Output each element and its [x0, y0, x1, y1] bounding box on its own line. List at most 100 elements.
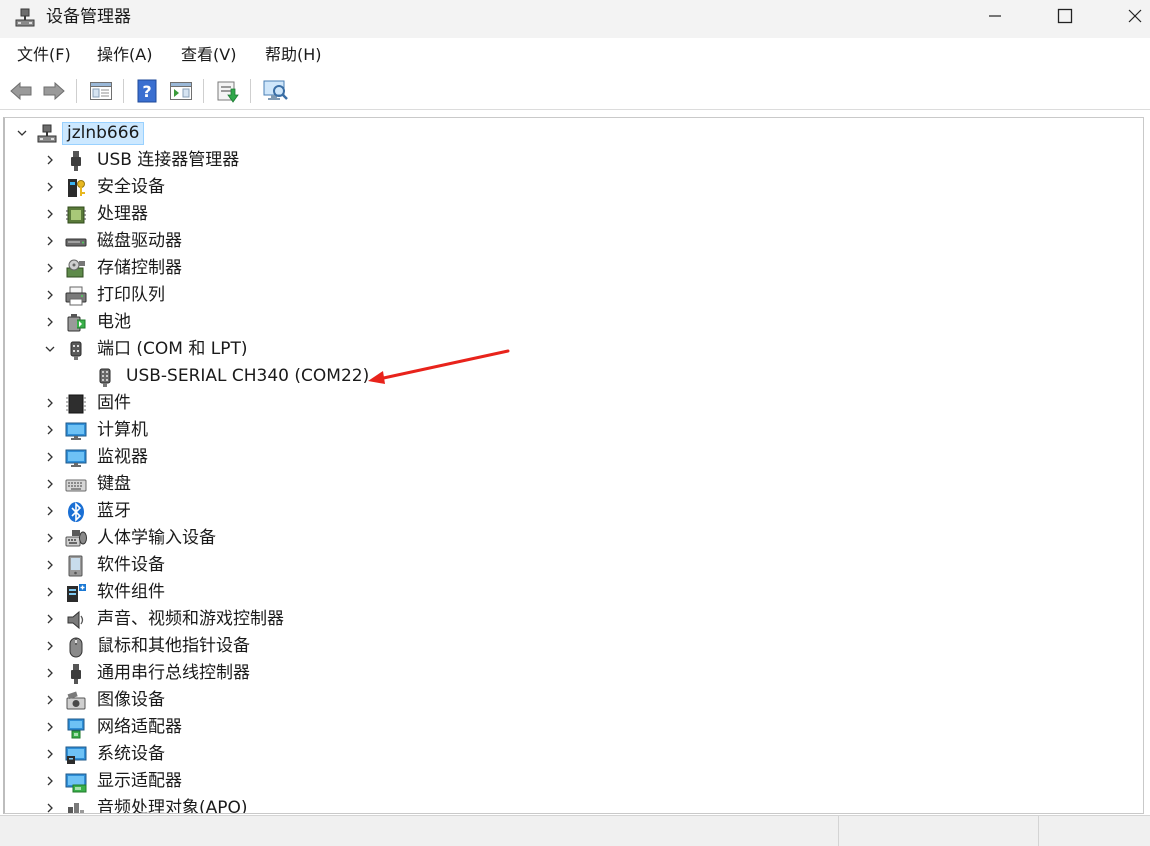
device-tree[interactable]: jzlnb666 USB 连接器管理器安全设备处理器磁盘驱动器 存储控制器 打印队列…	[3, 117, 1144, 814]
chevron-right-icon[interactable]	[43, 234, 57, 248]
chevron-right-icon[interactable]	[43, 153, 57, 167]
chevron-right-icon[interactable]	[43, 774, 57, 788]
chevron-right-icon[interactable]	[43, 612, 57, 626]
scan-hardware-icon	[263, 80, 288, 100]
computer-network-icon	[36, 123, 58, 145]
scan-hardware-button[interactable]	[262, 78, 288, 104]
chevron-right-icon[interactable]	[43, 531, 57, 545]
chevron-right-icon[interactable]	[43, 558, 57, 572]
title-bar: 设备管理器	[0, 0, 1150, 38]
tree-item-label: 人体学输入设备	[97, 528, 216, 548]
toolbar-separator	[203, 79, 204, 103]
tree-item-label: 鼠标和其他指针设备	[97, 636, 250, 656]
chevron-right-icon[interactable]	[43, 639, 57, 653]
menu-action[interactable]: 操作(A)	[95, 45, 154, 65]
action-pane-button[interactable]	[168, 78, 194, 104]
chevron-right-icon[interactable]	[43, 450, 57, 464]
tree-category-item[interactable]: 键盘	[5, 471, 1135, 498]
disk-drive-icon	[65, 231, 87, 253]
tree-item-label: 图像设备	[97, 690, 165, 710]
chevron-right-icon[interactable]	[43, 315, 57, 329]
forward-button[interactable]	[41, 78, 67, 104]
chevron-right-icon[interactable]	[43, 477, 57, 491]
help-icon: ?	[137, 79, 157, 103]
close-button[interactable]	[1110, 0, 1150, 32]
minimize-button[interactable]	[970, 0, 1020, 32]
tree-category-item[interactable]: USB 连接器管理器	[5, 147, 1135, 174]
tree-item-label: 软件组件	[97, 582, 165, 602]
menu-view[interactable]: 查看(V)	[179, 45, 238, 65]
annotation-arrow	[368, 349, 510, 384]
cpu-chip-icon	[65, 204, 87, 226]
tree-category-item[interactable]: 端口 (COM 和 LPT)	[5, 336, 1135, 363]
tree-category-item[interactable]: 图像设备	[5, 687, 1135, 714]
toolbar-separator	[250, 79, 251, 103]
tree-category-item[interactable]: 软件组件	[5, 579, 1135, 606]
status-bar	[0, 815, 1150, 846]
tree-category-item[interactable]: 磁盘驱动器	[5, 228, 1135, 255]
chevron-right-icon[interactable]	[43, 720, 57, 734]
chevron-right-icon[interactable]	[43, 396, 57, 410]
tree-category-item[interactable]: 网络适配器	[5, 714, 1135, 741]
tree-category-item[interactable]: 显示适配器	[5, 768, 1135, 795]
tree-item-label: 系统设备	[97, 744, 165, 764]
tree-category-item[interactable]: 计算机	[5, 417, 1135, 444]
menu-help[interactable]: 帮助(H)	[263, 45, 324, 65]
tree-category-item[interactable]: 声音、视频和游戏控制器	[5, 606, 1135, 633]
chevron-right-icon[interactable]	[43, 423, 57, 437]
maximize-button[interactable]	[1040, 0, 1090, 32]
chevron-right-icon[interactable]	[43, 180, 57, 194]
tree-category-item[interactable]: 存储控制器	[5, 255, 1135, 282]
speaker-icon	[65, 609, 87, 631]
tree-category-item[interactable]: 系统设备	[5, 741, 1135, 768]
status-pane	[1038, 816, 1150, 846]
chevron-right-icon[interactable]	[43, 207, 57, 221]
tree-category-item[interactable]: 安全设备	[5, 174, 1135, 201]
tree-root[interactable]: jzlnb666	[5, 120, 1135, 147]
tree-category-item[interactable]: 音频处理对象(APO)	[5, 795, 1135, 813]
update-driver-button[interactable]	[215, 78, 241, 104]
tree-category-item[interactable]: 电池	[5, 309, 1135, 336]
svg-text:?: ?	[142, 82, 151, 101]
hid-icon	[65, 528, 87, 550]
chevron-right-icon[interactable]	[43, 504, 57, 518]
properties-pane-button[interactable]	[88, 78, 114, 104]
tree-category-item[interactable]: 处理器	[5, 201, 1135, 228]
software-device-icon	[65, 555, 87, 577]
storage-controller-icon	[65, 258, 87, 280]
update-driver-icon	[217, 81, 239, 103]
tree-category-item[interactable]: 蓝牙	[5, 498, 1135, 525]
tree-item-label: 处理器	[97, 204, 148, 224]
chevron-right-icon[interactable]	[43, 693, 57, 707]
tree-category-item[interactable]: 固件	[5, 390, 1135, 417]
port-connector-icon	[65, 339, 87, 361]
tree-item-label: 监视器	[97, 447, 148, 467]
display-adapter-icon	[65, 771, 87, 793]
chevron-right-icon[interactable]	[43, 585, 57, 599]
menu-bar: 文件(F) 操作(A) 查看(V) 帮助(H)	[0, 38, 1150, 72]
tree-child-item[interactable]: USB-SERIAL CH340 (COM22)	[5, 363, 1135, 390]
tree-category-item[interactable]: 通用串行总线控制器	[5, 660, 1135, 687]
chevron-down-icon[interactable]	[43, 342, 57, 356]
tree-root-label: jzlnb666	[62, 122, 145, 145]
tree-item-label: USB 连接器管理器	[97, 150, 240, 170]
chevron-right-icon[interactable]	[43, 747, 57, 761]
network-adapter-icon	[65, 717, 87, 739]
software-component-icon	[65, 582, 87, 604]
tree-category-item[interactable]: 打印队列	[5, 282, 1135, 309]
chevron-right-icon[interactable]	[43, 666, 57, 680]
tree-category-item[interactable]: 监视器	[5, 444, 1135, 471]
tree-category-item[interactable]: 鼠标和其他指针设备	[5, 633, 1135, 660]
chevron-right-icon[interactable]	[43, 288, 57, 302]
chevron-down-icon[interactable]	[15, 126, 29, 140]
tree-category-item[interactable]: 人体学输入设备	[5, 525, 1135, 552]
chevron-right-icon[interactable]	[43, 801, 57, 813]
help-button[interactable]: ?	[134, 78, 160, 104]
tree-item-label: 蓝牙	[97, 501, 131, 521]
menu-file[interactable]: 文件(F)	[15, 45, 73, 65]
back-button[interactable]	[8, 78, 34, 104]
chevron-right-icon[interactable]	[43, 261, 57, 275]
tree-category-item[interactable]: 软件设备	[5, 552, 1135, 579]
serial-port-icon	[94, 366, 116, 388]
toolbar: ?	[0, 72, 1150, 110]
